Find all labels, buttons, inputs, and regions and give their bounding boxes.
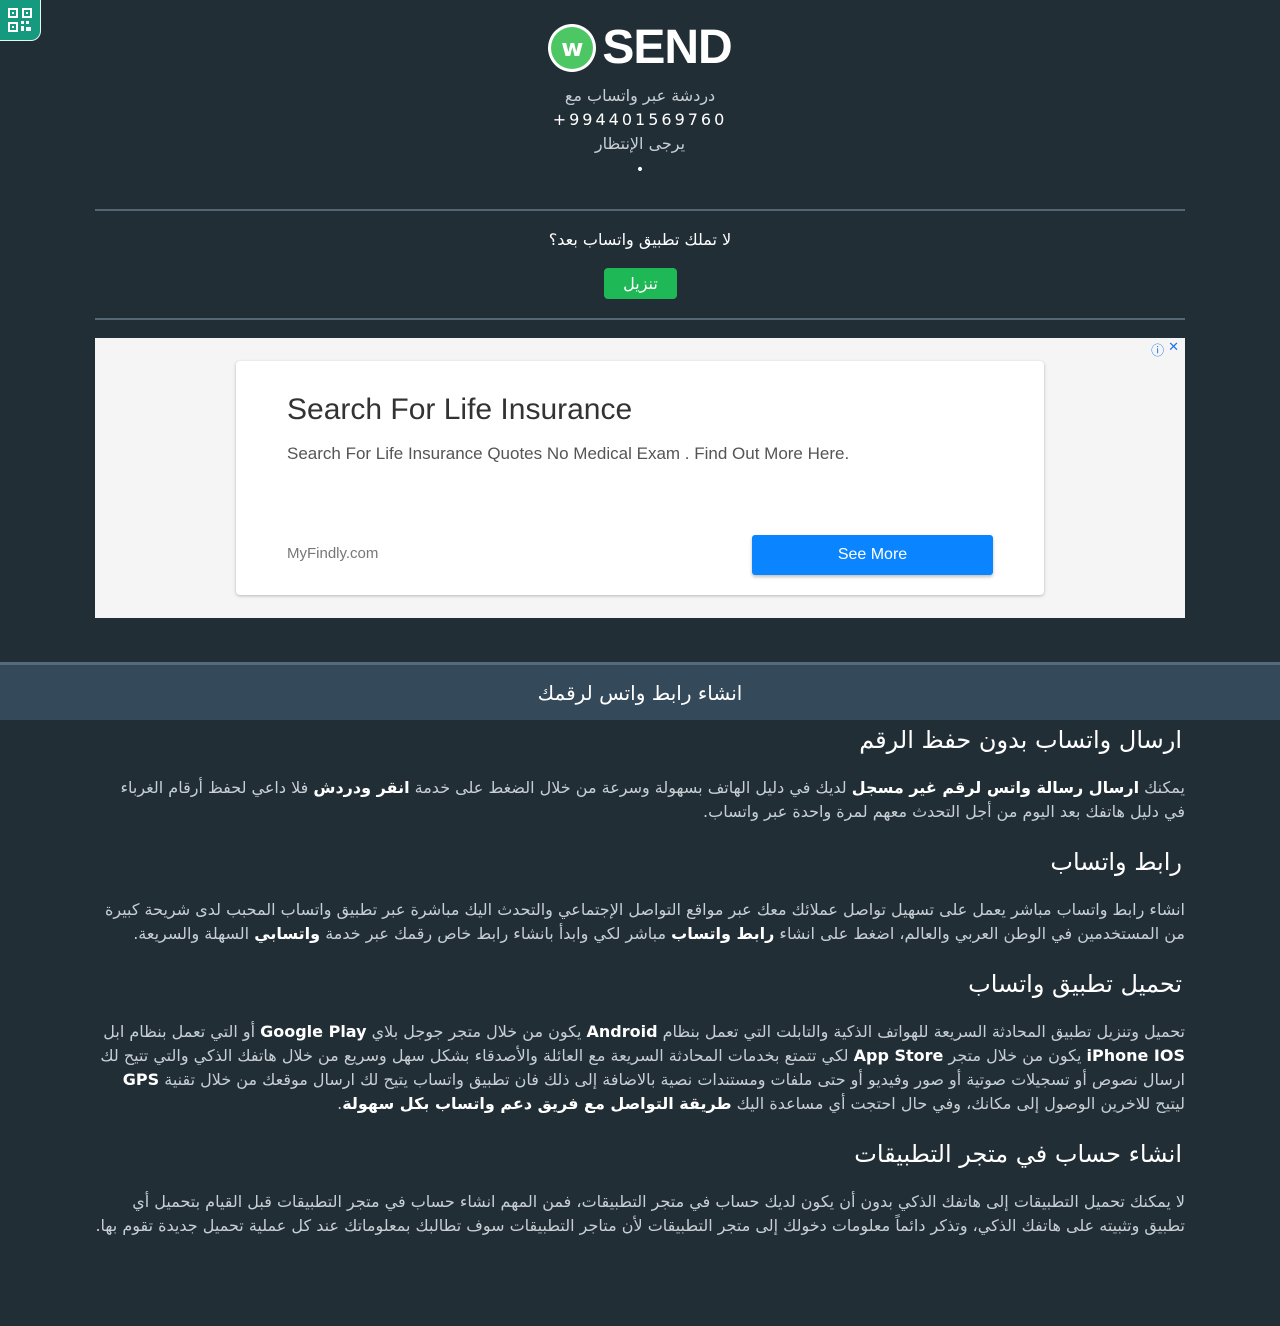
site-logo[interactable]: w SEND	[0, 20, 1280, 75]
article: ارسال واتساب بدون حفظ الرقم يمكنك ارسال …	[95, 722, 1185, 1238]
section-paragraph: لا يمكنك تحميل التطبيقات إلى هاتفك الذكي…	[95, 1192, 1185, 1235]
phone-number: +994401569760	[552, 110, 728, 129]
chat-with-label: دردشة عبر واتساب مع	[564, 86, 716, 105]
loading-dot: •	[635, 162, 645, 178]
section-paragraph: يمكنك ارسال رسالة واتس لرقم غير مسجل لدي…	[120, 778, 1185, 821]
ad-controls: ⓘ ✕	[1151, 340, 1179, 359]
ad-title[interactable]: Search For Life Insurance	[287, 393, 632, 427]
create-link-banner: انشاء رابط واتس لرقمك	[0, 665, 1280, 720]
divider	[95, 318, 1185, 320]
ad-see-more-button[interactable]: See More	[752, 535, 993, 575]
advertisement: ⓘ ✕ Search For Life Insurance Search For…	[95, 338, 1185, 618]
logo-text: SEND	[602, 21, 732, 74]
section-paragraph: انشاء رابط واتساب مباشر يعمل على تسهيل ت…	[104, 900, 1185, 943]
section-heading: رابط واتساب	[1050, 848, 1182, 876]
ad-info-icon[interactable]: ⓘ	[1151, 340, 1164, 359]
ad-card[interactable]: Search For Life Insurance Search For Lif…	[236, 361, 1044, 595]
download-button[interactable]: تنزيل	[604, 268, 677, 299]
logo-badge-letter: w	[551, 26, 594, 69]
section-heading: انشاء حساب في متجر التطبيقات	[854, 1140, 1182, 1168]
section-heading: تحميل تطبيق واتساب	[968, 970, 1182, 998]
please-wait-text: يرجى الإنتظار	[594, 134, 686, 153]
ad-close-icon[interactable]: ✕	[1168, 340, 1179, 359]
ad-description: Search For Life Insurance Quotes No Medi…	[287, 444, 850, 463]
no-whatsapp-question: لا تملك تطبيق واتساب بعد؟	[548, 230, 732, 249]
logo-badge: w	[548, 23, 597, 72]
section-heading: ارسال واتساب بدون حفظ الرقم	[859, 726, 1182, 754]
banner-title: انشاء رابط واتس لرقمك	[537, 680, 743, 705]
section-paragraph: تحميل وتنزيل تطبيق المحادثة السريعة للهو…	[100, 1022, 1185, 1113]
ad-site[interactable]: MyFindly.com	[287, 545, 378, 562]
support-link[interactable]: طريقة التواصل مع فريق دعم واتساب بكل سهو…	[342, 1094, 731, 1113]
divider	[95, 209, 1185, 211]
